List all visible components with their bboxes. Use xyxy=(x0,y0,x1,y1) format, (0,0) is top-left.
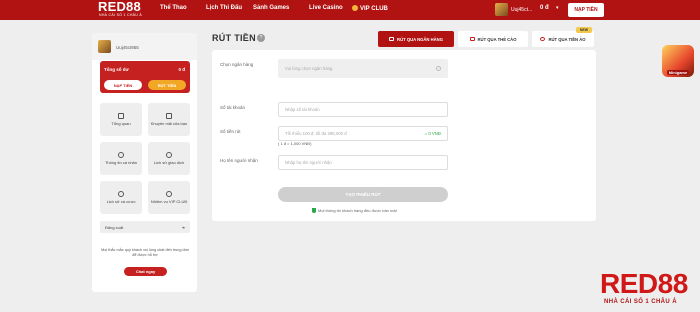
header-deposit-button[interactable]: NẠP TIỀN xyxy=(568,3,604,17)
sidebar-item-bet-history[interactable]: Lịch sử cá cược xyxy=(100,181,142,214)
nav-vip-label: VIP CLUB xyxy=(360,6,388,12)
bank-select[interactable]: Vui lòng chọn ngân hàng xyxy=(278,59,448,78)
tab-label: RÚT QUA NGÂN HÀNG xyxy=(397,36,443,42)
amount-label: Số tiền rút xyxy=(220,129,241,134)
avatar xyxy=(98,40,111,53)
balance-card: Tổng số dư 0 đ NẠP TIỀN RÚT TIỀN xyxy=(100,61,190,93)
sidebar-item-transactions[interactable]: Lịch sử giao dịch xyxy=(148,142,190,175)
radio-icon xyxy=(436,66,441,71)
sidebar-deposit-button[interactable]: NẠP TIỀN xyxy=(104,80,142,90)
sidebar-item-promotions[interactable]: Khuyến mãi của bạn xyxy=(148,103,190,136)
user-icon xyxy=(118,152,124,158)
tab-label: RÚT QUA THẺ CÀO xyxy=(477,36,517,42)
amount-placeholder: Tối thiểu 100 đ, tối đa 288,000 đ xyxy=(285,131,347,136)
tile-label: Lịch sử giao dịch xyxy=(153,160,185,165)
nav-sports[interactable]: Thể Thao xyxy=(160,5,187,11)
top-navbar: RED88 NHÀ CÁI SỐ 1 CHÂU Á Thể Thao Lịch … xyxy=(0,0,700,20)
sidebar-withdraw-button[interactable]: RÚT TIỀN xyxy=(148,80,186,90)
tile-label: Nhiệm vụ VIP CLUB xyxy=(150,199,188,204)
amount-input[interactable]: Tối thiểu 100 đ, tối đa 288,000 đ = 0 VN… xyxy=(278,126,448,141)
new-badge: NEW xyxy=(576,27,592,33)
tile-label: Tổng quan xyxy=(111,121,131,126)
nav-live-casino[interactable]: Live Casino xyxy=(309,5,343,11)
tab-bank-withdraw[interactable]: RÚT QUA NGÂN HÀNG xyxy=(378,31,454,47)
bank-icon xyxy=(389,37,395,41)
tile-label: Lịch sử cá cược xyxy=(106,199,136,204)
overview-icon xyxy=(118,113,124,119)
chat-now-button[interactable]: Chat ngay xyxy=(124,267,167,276)
account-number-input[interactable]: Nhập số tài khoản xyxy=(278,102,448,117)
tab-card-withdraw[interactable]: RÚT QUA THẺ CÀO xyxy=(458,31,528,47)
sidebar-header: Uuj45ct955 xyxy=(92,33,197,60)
header-logo[interactable]: RED88 xyxy=(98,0,141,13)
nav-vip-club[interactable]: VIP CLUB xyxy=(352,5,388,12)
logout-label: Đăng xuất xyxy=(105,224,124,230)
tab-label: RÚT QUA TIỀN ẢO xyxy=(548,36,586,42)
account-sidebar: Uuj45ct955 Tổng số dư 0 đ NẠP TIỀN RÚT T… xyxy=(92,33,197,292)
history-icon xyxy=(118,191,124,197)
security-note-text: Mọi thông tin khách hàng đều được bảo mậ… xyxy=(318,208,397,213)
tile-label: Khuyến mãi của bạn xyxy=(150,121,188,126)
header-balance: 0 đ xyxy=(540,5,549,11)
sidebar-item-profile[interactable]: Thông tin cá nhân xyxy=(100,142,142,175)
bank-select-placeholder: Vui lòng chọn ngân hàng xyxy=(285,66,333,71)
chevron-down-icon[interactable]: ▾ xyxy=(556,5,559,11)
withdraw-panel: RÚT TIỀN ? RÚT QUA NGÂN HÀNG RÚT QUA THẺ… xyxy=(212,27,596,221)
nav-schedule[interactable]: Lịch Thi Đấu xyxy=(206,5,242,11)
info-icon[interactable]: ? xyxy=(257,34,265,42)
sidebar-username: Uuj45ct955 xyxy=(116,45,139,50)
balance-value: 0 đ xyxy=(178,67,185,72)
withdraw-form: Chọn ngân hàng Vui lòng chọn ngân hàng T… xyxy=(212,50,596,221)
logout-button[interactable]: Đăng xuất ➜ xyxy=(100,221,190,233)
amount-converted: = 0 VNĐ xyxy=(424,131,441,136)
vip-diamond-icon xyxy=(352,5,358,11)
nav-games[interactable]: Sảnh Games xyxy=(253,5,289,11)
gift-icon xyxy=(166,113,172,119)
watermark-logo: RED88 xyxy=(600,268,688,299)
avatar xyxy=(495,3,508,16)
bank-label: Chọn ngân hàng xyxy=(220,62,254,67)
minigame-floating-button[interactable]: Minigame xyxy=(662,45,694,77)
tab-crypto-withdraw[interactable]: RÚT QUA TIỀN ẢO xyxy=(532,31,594,47)
header-logo-tagline: NHÀ CÁI SỐ 1 CHÂU Á xyxy=(99,13,143,17)
balance-label: Tổng số dư xyxy=(104,67,129,72)
medal-icon xyxy=(166,191,172,197)
tile-label: Thông tin cá nhân xyxy=(104,160,138,165)
header-username: Uuj45ct... xyxy=(511,6,533,13)
sidebar-item-vip-missions[interactable]: Nhiệm vụ VIP CLUB xyxy=(148,181,190,214)
name-label: Họ tên người nhận xyxy=(220,158,258,163)
page-title: RÚT TIỀN xyxy=(212,33,256,43)
card-icon xyxy=(469,37,475,41)
amount-hint: ( 1 đ = 1,000 VNĐ) xyxy=(278,141,312,146)
minigame-label: Minigame xyxy=(666,70,690,75)
recipient-name-input[interactable]: Nhập họ tên người nhận xyxy=(278,155,448,170)
sidebar-item-overview[interactable]: Tổng quan xyxy=(100,103,142,136)
security-note: Mọi thông tin khách hàng đều được bảo mậ… xyxy=(312,208,397,213)
watermark-tagline: NHÀ CÁI SỐ 1 CHÂU Á xyxy=(604,299,677,305)
support-text: Mọi thắc mắc quý khách vui lòng chat đến… xyxy=(101,248,189,257)
header-user[interactable]: Uuj45ct... xyxy=(495,3,532,16)
clock-icon xyxy=(166,152,172,158)
create-withdraw-button[interactable]: TẠO PHIẾU RÚT xyxy=(278,187,448,202)
coin-icon xyxy=(540,37,546,41)
logout-icon: ➜ xyxy=(181,224,185,230)
account-label: Số tài khoản xyxy=(220,105,246,110)
shield-icon xyxy=(312,208,316,213)
